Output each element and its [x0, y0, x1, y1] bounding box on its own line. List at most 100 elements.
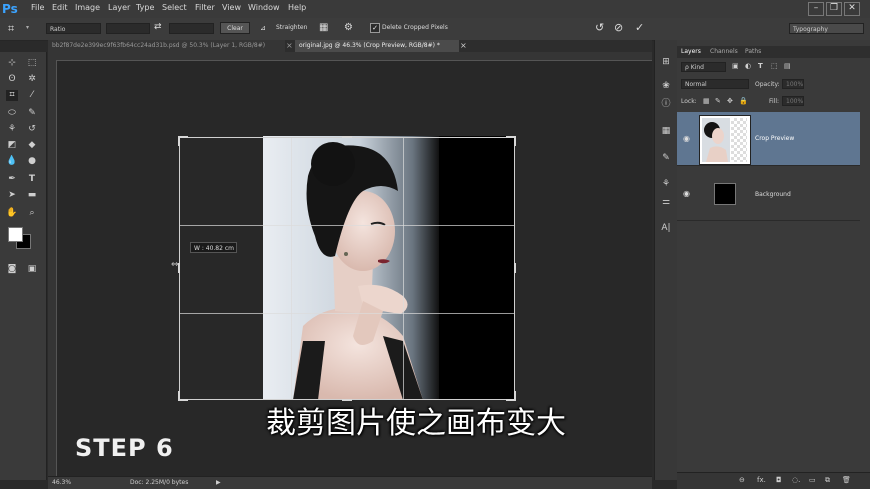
menu-image[interactable]: Image [75, 3, 100, 12]
tab-psd-document[interactable]: bb2f87de2e399ec9f63fb64cc24ad31b.psd @ 5… [48, 40, 285, 52]
pen-tool-icon[interactable]: ✒ [6, 174, 18, 185]
lock-position-icon[interactable]: ✥ [727, 97, 733, 105]
commit-crop-icon[interactable]: ✓ [635, 21, 644, 34]
link-layers-icon[interactable]: ⊖ [739, 476, 745, 484]
close-tab-icon[interactable]: × [286, 41, 293, 50]
crop-handle-bottom-left[interactable] [178, 391, 180, 401]
hand-tool-icon[interactable]: ✋ [6, 208, 18, 219]
healing-brush-tool-icon[interactable]: ⬭ [6, 108, 18, 119]
close-tab-icon[interactable]: × [460, 41, 467, 50]
workspace-select[interactable]: Typography [789, 23, 864, 34]
filter-smart-object-icon[interactable]: ▤ [784, 62, 791, 70]
zoom-level[interactable]: 46.3% [52, 479, 71, 486]
menu-filter[interactable]: Filter [195, 3, 215, 12]
menu-type[interactable]: Type [136, 3, 154, 12]
close-window-button[interactable]: ✕ [844, 2, 860, 16]
clear-button[interactable]: Clear [220, 22, 250, 34]
swap-icon[interactable]: ⇄ [154, 22, 162, 32]
reset-icon[interactable]: ↺ [595, 21, 604, 34]
type-tool-icon[interactable]: T [26, 174, 38, 185]
move-tool-icon[interactable]: ⊹ [6, 58, 18, 69]
dodge-tool-icon[interactable]: ● [26, 156, 38, 167]
clone-stamp-tool-icon[interactable]: ⚘ [6, 124, 18, 135]
overlay-grid-icon[interactable]: ▦ [319, 22, 328, 33]
foreground-color-swatch[interactable] [8, 227, 23, 242]
blend-mode-select[interactable]: Normal [681, 79, 749, 89]
marquee-tool-icon[interactable]: ⬚ [26, 58, 38, 69]
visibility-eye-icon[interactable]: ◉ [683, 189, 690, 198]
menu-edit[interactable]: Edit [52, 3, 68, 12]
layer-crop-preview[interactable]: ◉ Crop Preview [677, 112, 860, 166]
straighten-icon[interactable]: ⊿ [260, 24, 266, 32]
crop-handle-top[interactable] [342, 136, 352, 138]
opacity-input[interactable]: 100% [782, 79, 804, 89]
delete-layer-icon[interactable]: 🗑 [842, 476, 851, 484]
ratio-height-input[interactable] [169, 23, 214, 34]
filter-adjustment-icon[interactable]: ◐ [745, 62, 751, 70]
brush-panel-icon[interactable]: ✎ [660, 152, 672, 164]
lock-transparent-icon[interactable]: ▦ [703, 97, 710, 105]
crop-tool-icon[interactable]: ⌗ [8, 22, 14, 36]
layer-name[interactable]: Background [755, 191, 791, 198]
tab-layers[interactable]: Layers [681, 47, 701, 57]
menu-window[interactable]: Window [248, 3, 280, 12]
tab-original-jpg[interactable]: original.jpg @ 46.3% (Crop Preview, RGB/… [295, 40, 459, 52]
blur-tool-icon[interactable]: 💧 [6, 156, 18, 167]
eyedropper-tool-icon[interactable]: ⁄ [26, 90, 38, 101]
fill-input[interactable]: 100% [782, 96, 804, 106]
visibility-eye-icon[interactable]: ◉ [683, 134, 690, 143]
minimize-button[interactable]: – [808, 2, 824, 16]
crop-handle-top-right[interactable] [514, 136, 516, 146]
new-layer-icon[interactable]: ⧉ [825, 476, 830, 485]
gear-icon[interactable]: ⚙ [344, 22, 353, 33]
rectangle-tool-icon[interactable]: ▬ [26, 190, 38, 201]
lock-image-icon[interactable]: ✎ [715, 97, 721, 105]
restore-button[interactable]: ❐ [826, 2, 842, 16]
straighten-label[interactable]: Straighten [276, 24, 307, 31]
character-panel-icon[interactable]: A| [660, 222, 672, 234]
history-brush-tool-icon[interactable]: ↺ [26, 124, 38, 135]
crop-handle-right[interactable] [514, 263, 516, 273]
filter-type-icon[interactable]: T [758, 62, 763, 70]
filter-pixel-icon[interactable]: ▣ [732, 62, 739, 70]
tab-paths[interactable]: Paths [745, 47, 761, 57]
menu-select[interactable]: Select [162, 3, 187, 12]
delete-cropped-checkbox[interactable]: ✓ [370, 23, 380, 33]
magic-wand-tool-icon[interactable]: ✲ [26, 74, 38, 85]
add-mask-icon[interactable]: ◘ [776, 476, 782, 484]
layer-background[interactable]: ◉ Background [677, 167, 860, 221]
eraser-tool-icon[interactable]: ◩ [6, 140, 18, 151]
ratio-select[interactable]: Ratio [46, 23, 101, 34]
brush-tool-icon[interactable]: ✎ [26, 108, 38, 119]
crop-handle-top-left[interactable] [178, 136, 180, 146]
fx-icon[interactable]: fx. [757, 476, 766, 484]
menu-file[interactable]: File [31, 3, 44, 12]
tab-channels[interactable]: Channels [710, 47, 738, 57]
layer-name[interactable]: Crop Preview [755, 135, 794, 142]
menu-view[interactable]: View [222, 3, 241, 12]
lasso-tool-icon[interactable]: ʘ [6, 74, 18, 85]
menu-help[interactable]: Help [288, 3, 306, 12]
ratio-width-input[interactable] [106, 23, 150, 34]
screen-mode-icon[interactable]: ▣ [26, 264, 38, 275]
crop-box[interactable] [178, 136, 516, 401]
cancel-crop-icon[interactable]: ⊘ [614, 21, 623, 34]
status-menu-arrow-icon[interactable]: ▶ [216, 479, 221, 486]
lock-all-icon[interactable]: 🔒 [739, 97, 748, 105]
adjustment-layer-icon[interactable]: ◌. [792, 476, 800, 484]
tool-preset-dropdown-icon[interactable]: ▾ [26, 24, 29, 31]
filter-shape-icon[interactable]: ⬚ [771, 62, 778, 70]
path-selection-tool-icon[interactable]: ➤ [6, 190, 18, 201]
crop-tool-icon[interactable]: ⌗ [6, 90, 18, 101]
zoom-tool-icon[interactable]: ⌕ [26, 208, 38, 219]
adjustments-panel-icon[interactable]: ⚌ [660, 196, 672, 208]
quick-mask-icon[interactable]: ◙ [6, 264, 18, 275]
color-panel-icon[interactable]: ❀ [660, 80, 672, 92]
clone-source-panel-icon[interactable]: ⚘ [660, 178, 672, 190]
history-panel-icon[interactable]: ⊞ [660, 56, 672, 68]
layer-filter-kind[interactable]: ρ Kind [681, 62, 726, 72]
menu-layer[interactable]: Layer [108, 3, 130, 12]
swatches-panel-icon[interactable]: ▦ [660, 125, 672, 137]
new-group-icon[interactable]: ▭ [809, 476, 816, 484]
info-panel-icon[interactable]: ⓘ [660, 98, 672, 110]
